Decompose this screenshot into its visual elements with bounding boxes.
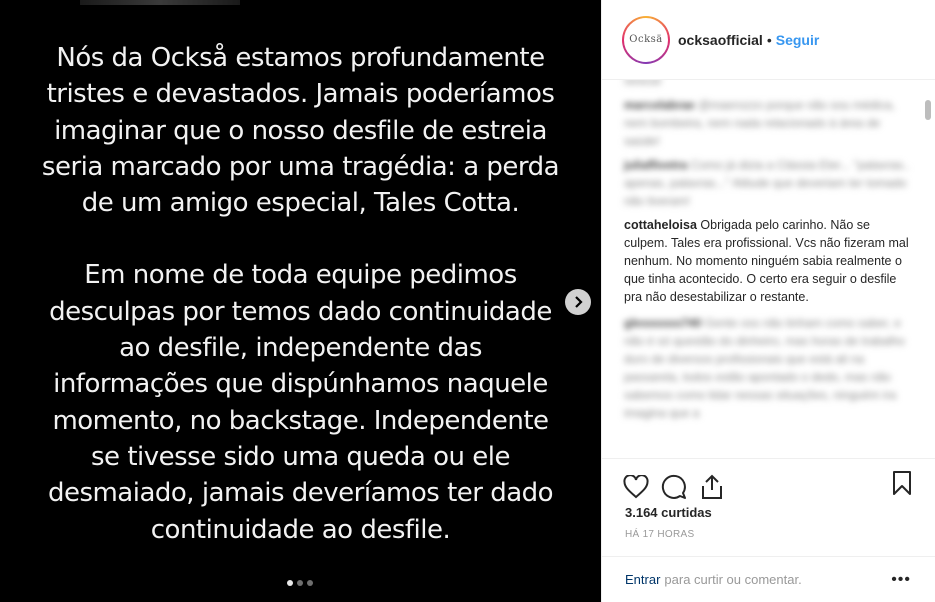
comment-button[interactable] bbox=[660, 473, 688, 501]
follow-button[interactable]: Seguir bbox=[776, 32, 820, 48]
carousel-next-button[interactable] bbox=[565, 289, 591, 315]
more-options-icon[interactable]: ••• bbox=[891, 571, 911, 589]
bookmark-icon bbox=[893, 471, 911, 495]
login-link[interactable]: Entrar bbox=[625, 572, 660, 587]
list-item: glessssss740 Gente oss não tinham como s… bbox=[624, 316, 905, 420]
list-item: marcelabrae @maerozzo porque não sou méd… bbox=[624, 98, 896, 148]
heart-icon bbox=[623, 475, 649, 499]
avatar-logo: Ocksä bbox=[624, 17, 668, 62]
list-item: juliaflivetra Como já dizia a Clássia El… bbox=[624, 158, 910, 208]
comment-username[interactable]: cottaheloisa bbox=[624, 218, 697, 232]
like-button[interactable] bbox=[622, 473, 650, 501]
text-line: Nós da Också estamos profundamente bbox=[56, 43, 545, 73]
media-top-strip bbox=[80, 0, 240, 5]
post-media: Nós da Också estamos profundamente trist… bbox=[0, 0, 601, 602]
carousel-dot bbox=[297, 580, 303, 586]
likes-count[interactable]: 3.164 curtidas bbox=[602, 505, 935, 520]
text-line: seria marcado por uma tragédia: a perda bbox=[41, 151, 560, 182]
post-header: Ocksä ocksaofficial • Seguir bbox=[602, 0, 935, 80]
share-button[interactable] bbox=[698, 473, 726, 501]
comment-icon bbox=[661, 474, 686, 499]
text-line: tristes e devastados. Jamais poderíamos bbox=[46, 79, 555, 110]
text-line: de um amigo especial, Tales Cotta. bbox=[81, 188, 520, 219]
save-button[interactable] bbox=[888, 469, 916, 497]
comments-list: rerecer marcelabrae @maerozzo porque não… bbox=[602, 80, 935, 458]
text-line: desculpas por temos dado continuidade bbox=[49, 296, 552, 327]
avatar[interactable]: Ocksä bbox=[622, 15, 670, 64]
comments-scrollbar[interactable] bbox=[925, 100, 931, 120]
post-timestamp[interactable]: HÁ 17 HORAS bbox=[602, 529, 935, 540]
carousel-dot bbox=[287, 580, 293, 586]
comment-login-bar: Entrar para curtir ou comentar. ••• bbox=[602, 556, 935, 602]
carousel-dot bbox=[307, 580, 313, 586]
blurred-comments: glessssss740 Gente oss não tinham como s… bbox=[624, 314, 912, 422]
list-item: rerecer bbox=[624, 80, 663, 88]
separator-dot: • bbox=[766, 31, 772, 48]
chevron-right-icon bbox=[575, 296, 583, 308]
text-line: imaginar que o nosso desfile de estreia bbox=[54, 115, 547, 146]
carousel-indicator bbox=[287, 580, 313, 586]
text-line: informações que dispúnhamos naquele bbox=[53, 369, 548, 400]
text-line: continuidade ao desfile. bbox=[150, 514, 451, 545]
post-sidebar: Ocksä ocksaofficial • Seguir rerecer mar… bbox=[601, 0, 935, 602]
blurred-comments: rerecer marcelabrae @maerozzo porque não… bbox=[624, 80, 912, 210]
comment-item: cottaheloisa Obrigada pelo carinho. Não … bbox=[624, 216, 912, 306]
text-line: momento, no backstage. Independente bbox=[52, 405, 549, 436]
post-actions: 3.164 curtidas HÁ 17 HORAS bbox=[602, 458, 935, 540]
text-line: ao desfile, independente das bbox=[119, 333, 482, 364]
login-prompt-text: para curtir ou comentar. bbox=[664, 572, 802, 587]
text-line: se tivesse sido uma queda ou ele bbox=[91, 441, 510, 472]
post-image-text: Nós da Också estamos profundamente trist… bbox=[0, 40, 601, 548]
username-link[interactable]: ocksaofficial bbox=[678, 32, 763, 48]
action-icons bbox=[602, 459, 935, 505]
share-icon bbox=[702, 474, 722, 499]
text-line: desmaiado, jamais deveríamos ter dado bbox=[47, 478, 554, 509]
text-line: Em nome de toda equipe pedimos bbox=[84, 260, 517, 291]
